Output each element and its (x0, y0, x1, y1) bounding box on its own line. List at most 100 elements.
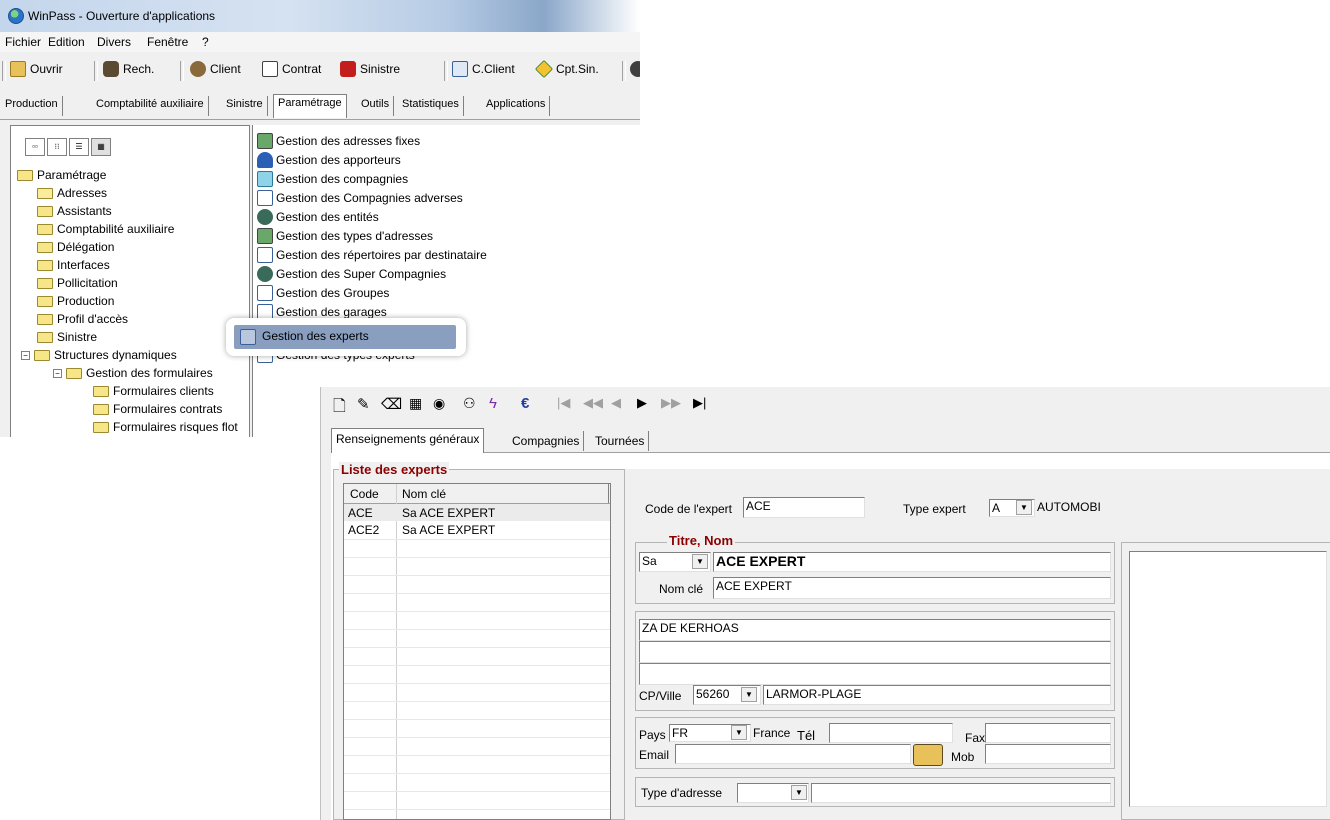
notes-field[interactable] (1129, 551, 1327, 807)
experts-grid: Code Nom clé ACE Sa ACE EXPERT ACE2 Sa A… (343, 483, 611, 820)
grid-cell-nomcle[interactable]: Sa ACE EXPERT (402, 523, 495, 537)
new-record-icon[interactable]: 🗋 (333, 395, 346, 422)
tab-statistiques[interactable]: Statistiques (398, 96, 464, 116)
collapse-icon[interactable]: − (53, 368, 62, 378)
grid-cell-code[interactable]: ACE2 (348, 523, 379, 537)
tree-item-sinistre[interactable]: Sinistre (37, 330, 97, 344)
email-field[interactable] (675, 744, 911, 764)
view-details-button[interactable]: ▦ (91, 138, 111, 156)
camera-icon[interactable]: ◉ (433, 395, 445, 412)
titre-nom-title: Titre, Nom (667, 533, 736, 548)
list-item[interactable]: Gestion des apporteurs (257, 152, 401, 168)
tab-outils[interactable]: Outils (357, 96, 395, 116)
search-button[interactable]: Rech. (103, 61, 154, 77)
tree-item-formulaires[interactable]: − Gestion des formulaires (53, 366, 213, 380)
super-company-icon (257, 266, 273, 282)
menu-fenetre[interactable]: Fenêtre (147, 35, 188, 49)
tab-tournees[interactable]: Tournées (591, 431, 650, 451)
code-field[interactable]: ACE (743, 497, 865, 518)
first-record-icon[interactable]: |◀ (557, 395, 570, 411)
more-button[interactable] (630, 61, 640, 77)
list-item[interactable]: Gestion des Groupes (257, 285, 389, 301)
nomcle-field[interactable]: ACE EXPERT (713, 577, 1111, 599)
list-item[interactable]: Gestion des adresses fixes (257, 133, 420, 149)
tab-renseignements[interactable]: Renseignements généraux (331, 428, 485, 453)
tree-item-profil[interactable]: Profil d'accès (37, 312, 128, 326)
view-small-icons-button[interactable]: ⁝⁝ (47, 138, 67, 156)
chevron-down-icon[interactable]: ▼ (731, 725, 747, 740)
last-record-icon[interactable]: ▶| (693, 395, 706, 411)
contract-label: Contrat (282, 62, 322, 76)
binoculars-icon[interactable]: ⚇ (463, 395, 476, 412)
tree-item-interfaces[interactable]: Interfaces (37, 258, 110, 272)
address-line3-field[interactable] (639, 663, 1111, 685)
row-line (344, 737, 610, 738)
list-item[interactable]: Gestion des Compagnies adverses (257, 190, 463, 206)
tree-item-adresses[interactable]: Adresses (37, 186, 108, 200)
tab-compagnies[interactable]: Compagnies (508, 431, 585, 451)
form-tabs: Renseignements généraux Compagnies Tourn… (331, 428, 1330, 453)
tab-sinistre[interactable]: Sinistre (222, 96, 268, 116)
previous-page-icon[interactable]: ◀◀ (583, 395, 603, 411)
tree-item-structures[interactable]: − Structures dynamiques (21, 348, 177, 362)
grid-header-nomcle[interactable]: Nom clé (402, 487, 446, 501)
calendar-icon[interactable]: ▦ (409, 395, 422, 412)
tree-item-delegation[interactable]: Délégation (37, 240, 114, 254)
grid-header-code[interactable]: Code (350, 487, 379, 501)
tree-item-formulaires-clients[interactable]: Formulaires clients (93, 384, 214, 398)
chevron-down-icon[interactable]: ▼ (692, 554, 708, 569)
tab-production[interactable]: Production (1, 96, 63, 116)
list-item[interactable]: Gestion des Super Compagnies (257, 266, 446, 282)
city-field[interactable]: LARMOR-PLAGE (763, 685, 1111, 705)
euro-icon[interactable]: € (521, 395, 529, 412)
next-record-icon[interactable]: ▶ (637, 395, 647, 411)
claim-account-button[interactable]: Cpt.Sin. (534, 59, 599, 79)
lightning-icon[interactable]: ϟ (489, 395, 497, 412)
folder-icon (17, 169, 33, 181)
address-line2-field[interactable] (639, 641, 1111, 663)
edit-pencil-icon[interactable]: ✎ (357, 395, 370, 413)
tab-applications[interactable]: Applications (482, 96, 551, 116)
menu-edition[interactable]: Edition (48, 35, 85, 49)
chevron-down-icon[interactable]: ▼ (791, 785, 807, 800)
nom-field[interactable]: ACE EXPERT (713, 552, 1111, 572)
list-item[interactable]: Gestion des types d'adresses (257, 228, 433, 244)
menu-divers[interactable]: Divers (97, 35, 131, 49)
previous-record-icon[interactable]: ◀ (611, 395, 621, 411)
tree-item-assistants[interactable]: Assistants (37, 204, 112, 218)
tree-item-formulaires-contrats[interactable]: Formulaires contrats (93, 402, 222, 416)
client-button[interactable]: Client (190, 61, 241, 77)
list-item[interactable]: Gestion des répertoires par destinataire (257, 247, 487, 263)
menu-help[interactable]: ? (202, 35, 209, 49)
send-email-icon[interactable] (913, 744, 943, 766)
tree-item-label: Délégation (57, 240, 115, 254)
mobile-field[interactable] (985, 744, 1111, 764)
tab-parametrage[interactable]: Paramétrage (273, 94, 347, 118)
tab-comptabilite[interactable]: Comptabilité auxiliaire (92, 96, 209, 116)
claim-button[interactable]: Sinistre (340, 61, 400, 77)
client-account-button[interactable]: C.Client (452, 61, 515, 77)
contract-button[interactable]: Contrat (262, 61, 321, 77)
toolbar-separator (444, 61, 448, 81)
address-line1-field[interactable]: ZA DE KERHOAS (639, 619, 1111, 641)
view-list-button[interactable]: ☰ (69, 138, 89, 156)
list-item[interactable]: Gestion des entités (257, 209, 379, 225)
grid-cell-code: ACE (348, 506, 373, 520)
list-item[interactable]: Gestion des compagnies (257, 171, 408, 187)
tel-field[interactable] (829, 723, 953, 743)
chevron-down-icon[interactable]: ▼ (741, 687, 757, 702)
tree-item-formulaires-risques[interactable]: Formulaires risques flot (93, 420, 238, 434)
chevron-down-icon[interactable]: ▼ (1016, 500, 1032, 515)
tree-item-production[interactable]: Production (37, 294, 114, 308)
open-button[interactable]: Ouvrir (10, 61, 63, 77)
tree-root[interactable]: Paramétrage (17, 168, 106, 182)
menu-fichier[interactable]: Fichier (5, 35, 41, 49)
tree-item-pollicitation[interactable]: Pollicitation (37, 276, 118, 290)
fax-field[interactable] (985, 723, 1111, 743)
view-large-icons-button[interactable]: ▫▫ (25, 138, 45, 156)
list-item-label: Gestion des entités (276, 210, 379, 224)
collapse-icon[interactable]: − (21, 350, 30, 360)
tree-item-comptabilite[interactable]: Comptabilité auxiliaire (37, 222, 174, 236)
eraser-icon[interactable]: ⌫ (381, 395, 402, 413)
next-page-icon[interactable]: ▶▶ (661, 395, 681, 411)
